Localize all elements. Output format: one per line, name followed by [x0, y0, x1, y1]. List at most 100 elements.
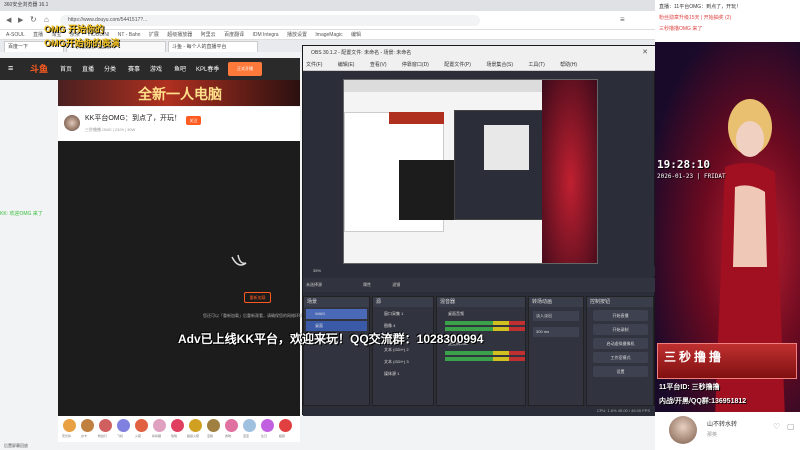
preview-hero — [389, 112, 444, 124]
room-id-text: 11平台ID: 三秒撸撸 — [659, 384, 720, 391]
bookmark-item[interactable]: 播放设置 — [287, 32, 307, 38]
url-input[interactable]: https://www.douyu.com/5441517?... — [60, 15, 480, 26]
sources-header: 源 — [373, 297, 433, 307]
nav-events[interactable]: 赛事 — [128, 64, 140, 73]
bookmark-item[interactable]: A-SOUL — [6, 32, 25, 38]
gift-label: 宝宝 — [243, 434, 250, 438]
reload-stream-button[interactable]: 重新加载 — [244, 292, 271, 303]
nav-kpl[interactable]: KPL春季 — [196, 64, 219, 73]
contact-text: 内战/开黑/QQ群:136951812 — [659, 398, 747, 405]
user-avatar[interactable] — [669, 416, 697, 444]
menu-scene-collection[interactable]: 场景集合(S) — [486, 62, 513, 68]
reload-icon[interactable]: ↻ — [30, 15, 37, 24]
obs-menubar: 文件(F) 编辑(E) 查看(V) 停靠窗口(D) 配置文件(P) 场景集合(S… — [303, 60, 656, 71]
bookmark-item[interactable]: 阿里云 — [201, 32, 216, 38]
chat-line: 三秒撸撸OMG 来了 — [659, 26, 703, 32]
menu-edit[interactable]: 编辑(E) — [338, 62, 355, 68]
nav-live[interactable]: 直播 — [82, 64, 94, 73]
gift-icon[interactable] — [99, 419, 112, 432]
user-card: 山不转水转 那英 ♡ ▢ — [655, 412, 800, 450]
filters-button[interactable]: 滤镜 — [392, 282, 400, 287]
site-logo[interactable]: 斗鱼 — [30, 62, 48, 75]
menu-tools[interactable]: 工具(T) — [528, 62, 544, 68]
gift-icon[interactable] — [117, 419, 130, 432]
gift-icon[interactable] — [81, 419, 94, 432]
settings-button[interactable]: 设置 — [593, 366, 648, 377]
gift-label: 玫瑰 — [171, 434, 178, 438]
scenes-dock: 场景 WAID 桌面 — [303, 296, 370, 406]
obs-preview-canvas[interactable] — [343, 79, 598, 264]
top-chat: 直播：11平台OMG：到点了，开玩！ 粉丝勋章升级15天 | 开始抽奖 (2) … — [655, 0, 800, 42]
nav-home[interactable]: 首页 — [60, 64, 72, 73]
nav-category[interactable]: 分类 — [104, 64, 116, 73]
scene-item[interactable]: WAID — [306, 309, 367, 319]
forward-icon[interactable]: ▶ — [18, 16, 23, 24]
site-nav: ≡ 斗鱼 首页 直播 分类 赛事 游戏 鱼吧 KPL春季 正式开播 — [0, 58, 300, 80]
gift-icon[interactable] — [63, 419, 76, 432]
go-live-badge[interactable]: 正式开播 — [228, 62, 262, 76]
menu-profile[interactable]: 配置文件(P) — [444, 62, 471, 68]
gift-icon[interactable] — [225, 419, 238, 432]
gift-label: 火箭 — [135, 434, 142, 438]
close-icon[interactable]: ✕ — [642, 48, 648, 56]
gift-icon[interactable] — [153, 419, 166, 432]
overlay-banner-2: OMG开始你的表演 — [44, 38, 120, 48]
back-icon[interactable]: ◀ — [6, 16, 11, 24]
nav-fishbar[interactable]: 鱼吧 — [174, 64, 186, 73]
gift-icon[interactable] — [189, 419, 202, 432]
gift-icon[interactable] — [207, 419, 220, 432]
bookmark-item[interactable]: IDM Integra — [252, 32, 278, 38]
gift-label: 超跑 — [279, 434, 286, 438]
gift-label: 办卡 — [81, 434, 88, 438]
hero-banner[interactable]: 全新一人电脑 — [58, 80, 300, 106]
bookmark-item[interactable]: ImageMagic — [315, 32, 342, 38]
gift-icon[interactable] — [171, 419, 184, 432]
studio-mode-button[interactable]: 工作室模式 — [593, 352, 648, 363]
bookmark-item[interactable]: 编辑 — [351, 32, 361, 38]
menu-file[interactable]: 文件(F) — [306, 62, 322, 68]
obs-source-bar: 未选择源 属性 滤镜 — [303, 278, 656, 292]
menu-view[interactable]: 查看(V) — [370, 62, 387, 68]
duration-input[interactable]: 300 ms — [533, 327, 579, 337]
obs-zoom-bar[interactable]: 35% — [303, 266, 656, 276]
bookmark-item[interactable]: 扩展 — [149, 32, 159, 38]
mixer-channel-label: 桌面音频 — [448, 311, 464, 316]
follow-button[interactable]: 关注 — [186, 116, 201, 125]
video-player[interactable]: 重新加载 您还可以「重新加载」后重新观看，请确保您的网络环境稳定 — [58, 141, 311, 416]
streamer-avatar[interactable] — [64, 115, 80, 131]
gift-bar: 荧光棒 办卡 粉丝灯 飞机 火箭 棒棒糖 玫瑰 超级火箭 宝箱 香吻 宝宝 生日… — [58, 416, 300, 442]
player-logo-icon — [231, 254, 247, 266]
preview-player — [399, 160, 459, 220]
volume-meter — [445, 357, 525, 361]
comment-icon[interactable]: ▢ — [787, 422, 795, 431]
start-streaming-button[interactable]: 开始直播 — [593, 310, 648, 321]
tab-douyu[interactable]: 斗鱼 - 每个人的直播平台 — [168, 41, 258, 52]
bookmark-item[interactable]: 直播 — [33, 32, 43, 38]
gift-label: 宝箱 — [207, 434, 214, 438]
menu-help[interactable]: 帮助(H) — [560, 62, 577, 68]
gift-label: 棒棒糖 — [152, 434, 162, 438]
nav-games[interactable]: 游戏 — [150, 64, 162, 73]
gift-icon[interactable] — [243, 419, 256, 432]
bookmark-item[interactable]: 百度翻译 — [224, 32, 244, 38]
transition-select[interactable]: 淡入淡出 — [533, 311, 579, 321]
gift-icon[interactable] — [135, 419, 148, 432]
source-item[interactable]: 文本 (GDI+) 3 — [375, 357, 431, 367]
bookmark-item[interactable]: NT - Bahn — [118, 32, 141, 38]
gift-icon[interactable] — [279, 419, 292, 432]
menu-icon[interactable]: ≡ — [620, 15, 625, 24]
source-item[interactable]: 媒体源 1 — [375, 369, 431, 379]
room-title: KK平台OMG：到点了，开玩！ — [85, 115, 182, 122]
virtual-camera-button[interactable]: 启动虚拟摄像机 — [593, 338, 648, 349]
gift-label: 粉丝灯 — [98, 434, 108, 438]
hamburger-icon[interactable]: ≡ — [8, 63, 13, 73]
source-item[interactable]: 窗口采集 1 — [375, 309, 431, 319]
gift-icon[interactable] — [261, 419, 274, 432]
stream-overlay-text: Adv已上线KK平台，欢迎来玩！QQ交流群：1028300994 — [178, 332, 484, 346]
start-recording-button[interactable]: 开始录制 — [593, 324, 648, 335]
bookmark-item[interactable]: 超级播放器 — [167, 32, 192, 38]
properties-button[interactable]: 属性 — [363, 282, 371, 287]
heart-icon[interactable]: ♡ — [773, 422, 780, 431]
menu-docks[interactable]: 停靠窗口(D) — [402, 62, 429, 68]
mixer-header: 混音器 — [437, 297, 525, 307]
